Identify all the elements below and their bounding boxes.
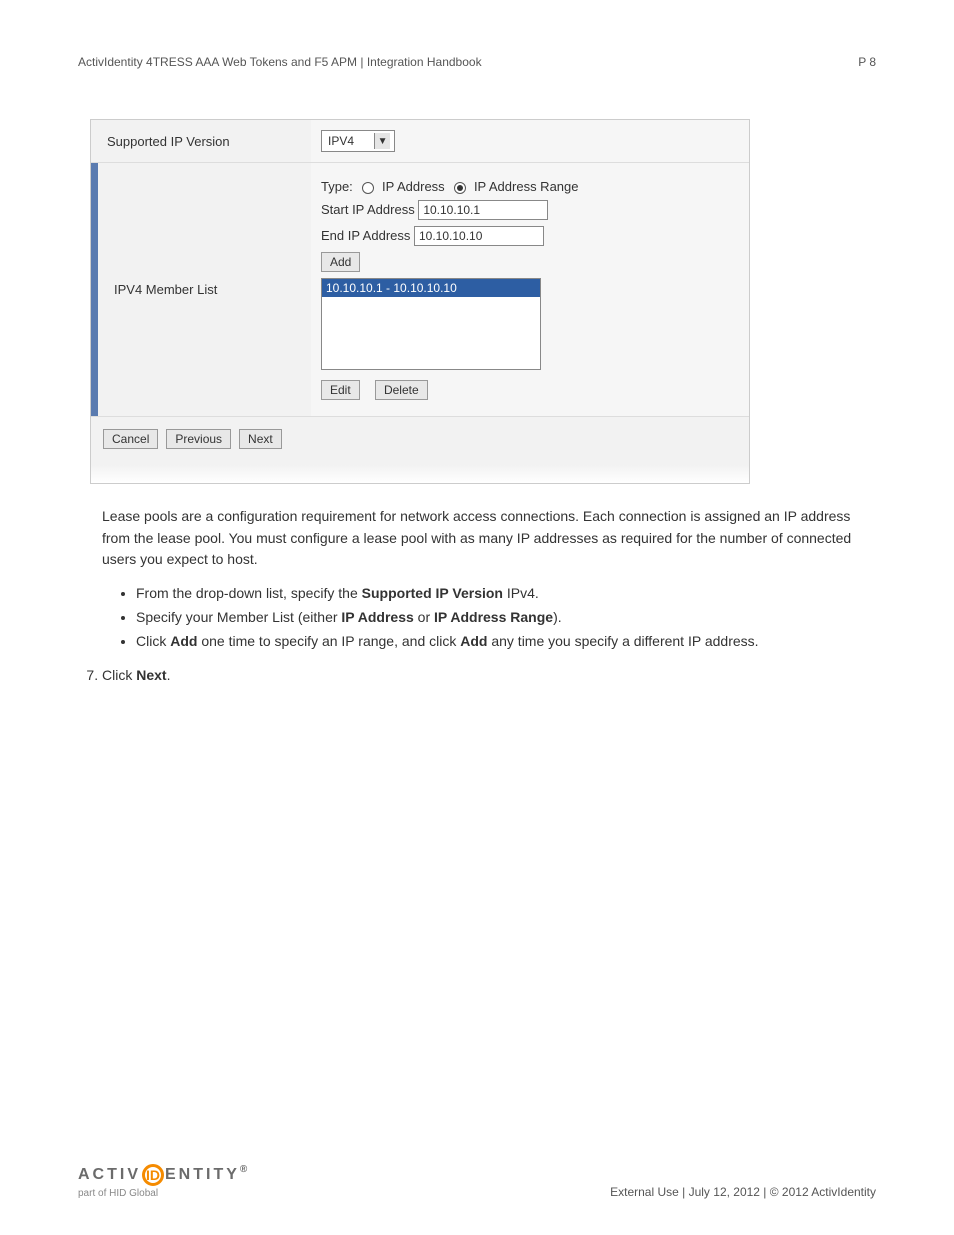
type-label: Type: <box>321 179 353 194</box>
torn-edge-decoration <box>91 465 749 483</box>
edit-button[interactable]: Edit <box>321 380 360 400</box>
add-button[interactable]: Add <box>321 252 360 272</box>
logo: ACTIVIDENTITY® part of HID Global <box>78 1164 250 1199</box>
footer-right: External Use | July 12, 2012 | © 2012 Ac… <box>610 1185 876 1199</box>
cancel-button[interactable]: Cancel <box>103 429 158 449</box>
end-ip-input[interactable] <box>414 226 544 246</box>
supported-ip-version-select[interactable]: IPV4 ▼ <box>321 130 395 152</box>
page-number: P 8 <box>858 55 876 69</box>
delete-button[interactable]: Delete <box>375 380 428 400</box>
select-value: IPV4 <box>328 134 354 148</box>
bullet-2: Specify your Member List (either IP Addr… <box>136 609 876 625</box>
list-item[interactable]: 10.10.10.1 - 10.10.10.10 <box>322 279 540 297</box>
previous-button[interactable]: Previous <box>166 429 231 449</box>
end-ip-label: End IP Address <box>321 228 410 243</box>
bullet-1: From the drop-down list, specify the Sup… <box>136 585 876 601</box>
radio-ip-address-range-label: IP Address Range <box>474 179 579 194</box>
supported-ip-version-label: Supported IP Version <box>91 120 311 162</box>
start-ip-input[interactable] <box>418 200 548 220</box>
start-ip-label: Start IP Address <box>321 202 415 217</box>
radio-ip-address-range[interactable] <box>454 182 466 194</box>
radio-ip-address[interactable] <box>362 182 374 194</box>
logo-subtitle: part of HID Global <box>78 1188 250 1199</box>
bullet-3: Click Add one time to specify an IP rang… <box>136 633 876 649</box>
header-title: ActivIdentity 4TRESS AAA Web Tokens and … <box>78 55 482 69</box>
step-7: Click Next. <box>102 667 876 683</box>
config-screenshot: Supported IP Version IPV4 ▼ IPV4 Member … <box>90 119 750 484</box>
chevron-down-icon: ▼ <box>374 133 390 149</box>
member-listbox[interactable]: 10.10.10.1 - 10.10.10.10 <box>321 278 541 370</box>
next-button[interactable]: Next <box>239 429 282 449</box>
radio-ip-address-label: IP Address <box>382 179 445 194</box>
ipv4-member-list-label: IPV4 Member List <box>91 163 311 416</box>
lease-pools-paragraph: Lease pools are a configuration requirem… <box>102 506 864 571</box>
